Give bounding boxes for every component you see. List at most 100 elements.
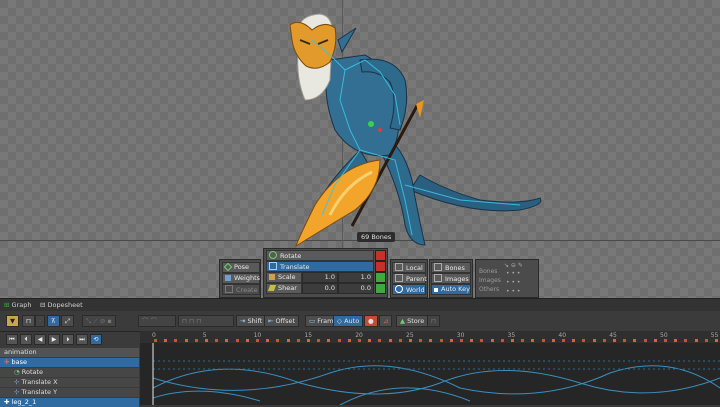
keyframe-marker[interactable] [368,339,372,342]
keyframe-marker[interactable] [551,339,555,342]
keyframe-marker[interactable] [613,339,616,342]
keyframe-marker[interactable] [572,339,576,342]
keyframe-marker[interactable] [235,339,239,342]
play-reverse-button[interactable]: ◀ [34,334,46,345]
loop-button[interactable]: ⟲ [90,334,102,345]
keyframe-marker[interactable] [276,339,280,342]
keyframe-marker[interactable] [205,339,208,342]
keyframe-marker[interactable] [164,339,168,342]
lock-button[interactable]: ⊓ [22,315,36,327]
keyframe-marker[interactable] [388,339,392,342]
shift-button[interactable]: ⇥ Shift [236,315,267,327]
offset-button[interactable]: ⇤ Offset [264,315,300,327]
tree-row-animation[interactable]: animation [0,348,139,357]
keyframe-marker[interactable] [266,339,270,342]
keyframe-marker[interactable] [633,339,637,342]
graph-curves[interactable] [140,343,720,405]
keyframe-marker[interactable] [460,339,463,342]
shear-y-field[interactable]: 0.0 [338,283,374,294]
tab-dopesheet[interactable]: ⊟ Dopesheet [40,301,83,309]
auto-button[interactable]: ◇ Auto [333,315,364,327]
keyframe-marker[interactable] [409,339,412,342]
keyframe-marker[interactable] [398,339,402,342]
keyframe-marker[interactable] [521,339,525,342]
to-end-button[interactable]: ⏭ [76,334,88,345]
scale-key-button[interactable] [375,272,386,283]
curve-graph[interactable] [140,343,720,405]
keyframe-marker[interactable] [317,339,321,342]
prev-key-button[interactable]: ⏴ [20,334,32,345]
keyframe-marker[interactable] [184,339,188,342]
keyframe-marker[interactable] [531,339,535,342]
keyframe-marker[interactable] [602,339,606,342]
visibility-dots[interactable]: • • • • • • • • • [506,269,520,296]
keyframe-marker[interactable] [225,339,229,342]
bones-button[interactable]: Bones [431,262,471,273]
keyframe-marker[interactable] [470,339,474,342]
keyframe-marker[interactable] [307,339,310,342]
store-extra-button[interactable]: ⊓ [427,315,441,327]
scale-x-field[interactable]: 1.0 [302,272,338,283]
keyframe-marker[interactable] [327,339,331,342]
tree-row-rotate[interactable]: ◔ Rotate [0,368,139,377]
keyframe-marker[interactable] [337,339,341,342]
local-button[interactable]: Local [392,262,426,273]
ghost-button[interactable]: · [35,315,46,327]
zoom-fit-button[interactable]: ⤢ [61,315,75,327]
record-button[interactable]: ● [364,315,378,327]
keyframe-marker[interactable] [694,339,698,342]
to-start-button[interactable]: ⏮ [6,334,18,345]
tree-row-translate-y[interactable]: ⊹ Translate Y [0,388,139,397]
auto-key-button[interactable]: Auto Key [431,284,471,295]
shear-x-field[interactable]: 0.0 [302,283,338,294]
create-button[interactable]: Create [222,284,260,295]
keyframe-marker[interactable] [296,339,300,342]
keyframe-marker[interactable] [256,339,259,342]
keyframe-marker[interactable] [653,339,657,342]
keyframe-marker[interactable] [419,339,423,342]
filter-button[interactable]: ▼ [6,315,19,327]
key-all-button[interactable]: ⊿ [379,315,393,327]
keyframe-marker[interactable] [643,339,647,342]
keyframe-marker[interactable] [245,339,249,342]
keyframe-marker[interactable] [541,339,545,342]
store-button[interactable]: ▲ Store [396,315,429,327]
keyframe-marker[interactable] [562,339,565,342]
shear-button[interactable]: Shear [266,283,302,294]
next-key-button[interactable]: ⏵ [62,334,74,345]
translate-button[interactable]: Translate [266,261,374,272]
keyframe-marker[interactable] [664,339,667,342]
step-presets-button[interactable]: ⊓ ⊓ ⊓ [178,315,234,327]
weights-button[interactable]: Weights [222,273,260,284]
keyframe-marker[interactable] [347,339,351,342]
tree-row-base[interactable]: ✚ base [0,358,139,367]
keyframe-marker[interactable] [511,339,514,342]
tree-row-leg[interactable]: ✚ leg_2_1 [0,398,139,407]
keyframe-marker[interactable] [684,339,688,342]
keyframe-marker[interactable] [439,339,443,342]
keyframe-marker[interactable] [623,339,627,342]
keyframe-marker[interactable] [500,339,504,342]
keyframe-marker[interactable] [480,339,484,342]
images-button[interactable]: Images [431,273,471,284]
scale-y-field[interactable]: 1.0 [338,272,374,283]
linear-button[interactable]: ⤡ ⟋ ⊘ ▪ [82,315,116,327]
keyframe-marker[interactable] [490,339,494,342]
scale-button[interactable]: Scale [266,272,302,283]
bone-visibility-icon[interactable]: ↘ ⊖ ✎ [504,262,523,269]
keyframe-marker[interactable] [715,339,718,342]
keyframe-marker[interactable] [358,339,361,342]
keyframe-marker[interactable] [154,339,157,342]
keyframe-marker[interactable] [286,339,290,342]
world-button[interactable]: World [392,284,426,295]
keyframe-marker[interactable] [592,339,596,342]
rotate-key-button[interactable] [375,250,386,261]
keyframe-marker[interactable] [429,339,433,342]
keyframe-marker[interactable] [215,339,219,342]
play-button[interactable]: ▶ [48,334,60,345]
keyframe-marker[interactable] [704,339,708,342]
keyframe-marker[interactable] [674,339,678,342]
pose-button[interactable]: Pose [222,262,260,273]
keyframe-marker[interactable] [174,339,178,342]
keyframe-marker[interactable] [378,339,382,342]
